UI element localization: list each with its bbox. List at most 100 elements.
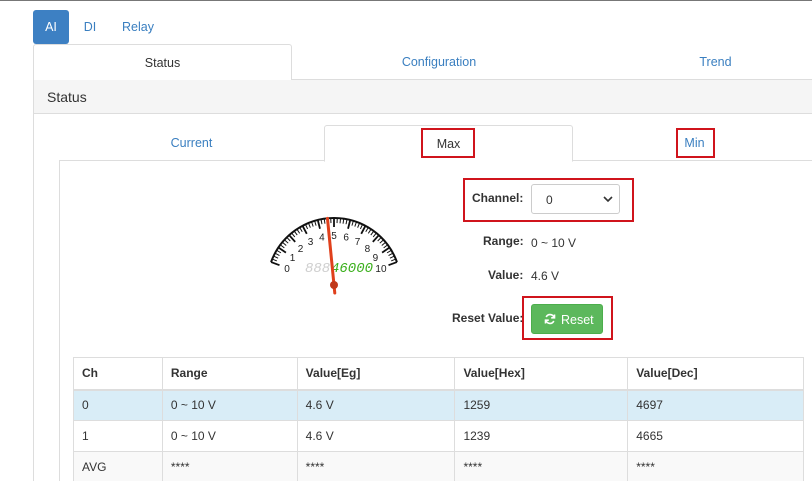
gauge-minor-tick <box>354 221 357 227</box>
gauge-major-tick <box>270 261 280 267</box>
table-cell: 4665 <box>627 420 804 452</box>
table-cell: **** <box>627 451 804 481</box>
tab-min[interactable]: Min <box>573 125 812 161</box>
sub-tabs: Current Max Min <box>59 125 812 162</box>
gauge-minor-tick <box>286 237 291 242</box>
channel-select[interactable]: 0 <box>531 184 620 214</box>
table-cell: 0 ~ 10 V <box>161 389 298 421</box>
column-header: Range <box>161 357 298 391</box>
table-cell: 4697 <box>627 389 804 421</box>
table-cell: 1259 <box>454 389 629 421</box>
tab-configuration[interactable]: Configuration <box>292 44 586 80</box>
tab-max[interactable]: Max <box>324 125 573 162</box>
gauge-minor-tick <box>293 230 298 236</box>
table-cell: AVG <box>73 451 163 481</box>
gauge-minor-tick <box>377 237 382 242</box>
gauge-minor-tick <box>386 249 392 254</box>
gauge-major-tick <box>388 261 398 267</box>
gauge-minor-tick <box>299 227 303 233</box>
column-header: Value[Dec] <box>627 357 804 391</box>
gauge-minor-tick <box>311 221 314 227</box>
gauge-major-tick <box>316 219 321 229</box>
gauge-minor-tick <box>372 232 377 238</box>
tab-di[interactable]: DI <box>77 10 103 44</box>
gauge-scale-label: 7 <box>355 237 361 248</box>
table-cell: 1239 <box>454 420 629 452</box>
table-cell: 0 <box>73 389 163 421</box>
gauge-minor-tick <box>272 258 278 262</box>
column-header: Value[Eg] <box>296 357 456 391</box>
gauge-minor-tick <box>314 220 317 226</box>
range-label: Range: <box>483 234 524 248</box>
gauge-minor-tick <box>296 228 301 234</box>
value-label: Value: <box>488 268 524 282</box>
reset-button[interactable]: Reset <box>531 304 603 334</box>
gauge-scale-label: 3 <box>308 237 314 248</box>
tab-status[interactable]: Status <box>33 44 292 81</box>
gauge-pivot <box>330 281 338 289</box>
value-value: 4.6 V <box>531 269 560 283</box>
tab-ai[interactable]: AI <box>33 10 69 44</box>
gauge-scale-label: 8 <box>365 244 371 255</box>
gauge-minor-tick <box>383 244 388 249</box>
gauge-minor-tick <box>389 255 395 259</box>
gauge-scale-label: 1 <box>290 253 296 264</box>
table-cell: **** <box>296 451 456 481</box>
gauge-minor-tick <box>359 224 363 230</box>
gauge-digits-lit: 46000 <box>331 261 373 277</box>
gauge-scale-label: 4 <box>319 232 325 243</box>
gauge-minor-tick <box>305 224 309 230</box>
channel-select-value: 0 <box>546 193 553 207</box>
gauge-minor-tick <box>274 252 280 256</box>
tab-trend[interactable]: Trend <box>586 44 812 80</box>
table-cell: 4.6 V <box>296 389 456 421</box>
gauge-graphic: 0123 4 5 6 78910 888 46000 <box>270 216 398 295</box>
gauge-digits-ghost: 888 <box>305 261 330 277</box>
gauge-minor-tick <box>390 258 396 262</box>
gauge-minor-tick <box>308 222 311 228</box>
reset-value-label: Reset Value: <box>452 311 524 325</box>
gauge-minor-tick <box>388 252 394 256</box>
refresh-icon <box>544 313 556 328</box>
gauge-minor-tick <box>284 239 289 244</box>
gauge-minor-tick <box>291 232 296 238</box>
gauge-scale-label: 2 <box>298 244 304 255</box>
main-tabs: Status Configuration Trend <box>33 44 812 81</box>
table-cell: 4.6 V <box>296 420 456 452</box>
table-header-row: Ch Range Value[Eg] Value[Hex] Value[Dec] <box>73 357 804 391</box>
gauge-major-tick <box>347 219 352 229</box>
reset-button-label: Reset <box>561 313 594 327</box>
gauge-minor-tick <box>276 249 282 254</box>
gauge-minor-tick <box>351 220 354 226</box>
gauge-minor-tick <box>273 255 279 259</box>
gauge-minor-tick <box>357 222 360 228</box>
gauge: 0 1 2 3 4 5 6 7 8 9 10 888 46000 <box>263 205 408 305</box>
chevron-down-icon <box>602 191 614 210</box>
gauge-minor-tick <box>370 230 375 236</box>
tab-relay[interactable]: Relay <box>117 10 159 44</box>
gauge-scale-label: 0 <box>284 264 290 275</box>
range-value: 0 ~ 10 V <box>531 236 577 250</box>
column-header: Value[Hex] <box>454 357 629 391</box>
gauge-scale-label: 6 <box>343 232 349 243</box>
gauge-scale-label: 9 <box>373 253 379 264</box>
gauge-minor-tick <box>280 244 285 249</box>
panel-heading: Status <box>34 80 812 114</box>
channel-label: Channel: <box>472 191 524 205</box>
gauge-minor-tick <box>367 228 372 234</box>
tab-current[interactable]: Current <box>59 125 324 161</box>
table-cell: **** <box>161 451 298 481</box>
gauge-scale-label: 10 <box>375 264 387 275</box>
gauge-minor-tick <box>365 227 369 233</box>
column-header: Ch <box>73 357 163 391</box>
table-row: AVG **** **** **** **** <box>73 451 804 481</box>
gauge-major-tick <box>301 225 308 235</box>
window-top-border <box>0 0 812 1</box>
gauge-major-tick <box>360 225 367 235</box>
table-cell: 0 ~ 10 V <box>161 420 298 452</box>
table-cell: **** <box>454 451 629 481</box>
table-cell: 1 <box>73 420 163 452</box>
gauge-minor-tick <box>381 241 386 246</box>
gauge-scale-label: 5 <box>331 231 337 242</box>
table-row: 0 0 ~ 10 V 4.6 V 1259 4697 <box>73 389 804 421</box>
